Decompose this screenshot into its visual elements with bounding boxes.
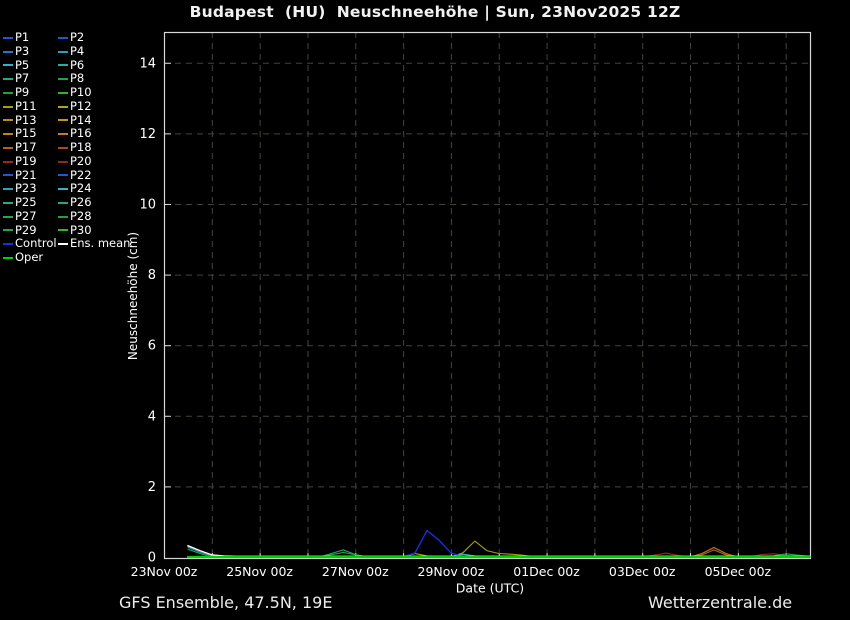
svg-text:03Dec 00z: 03Dec 00z	[609, 564, 676, 579]
svg-text:23Nov 00z: 23Nov 00z	[131, 564, 198, 579]
svg-text:29Nov 00z: 29Nov 00z	[418, 564, 485, 579]
svg-text:0: 0	[148, 551, 156, 566]
svg-text:01Dec 00z: 01Dec 00z	[513, 564, 580, 579]
page: Budapest (HU) Neuschneehöhe | Sun, 23Nov…	[0, 0, 850, 620]
svg-text:05Dec 00z: 05Dec 00z	[705, 564, 772, 579]
y-axis-title: Neuschneehöhe (cm)	[126, 232, 140, 360]
footer-site-credit: Wetterzentrale.de	[648, 593, 792, 612]
svg-text:27Nov 00z: 27Nov 00z	[322, 564, 389, 579]
svg-text:8: 8	[148, 268, 156, 283]
svg-text:4: 4	[148, 409, 156, 424]
svg-text:2: 2	[148, 480, 156, 495]
svg-text:25Nov 00z: 25Nov 00z	[226, 564, 293, 579]
tick-marks	[165, 63, 786, 558]
x-tick-labels: 23Nov 00z 25Nov 00z 27Nov 00z 29Nov 00z 01De…	[131, 564, 772, 579]
svg-text:6: 6	[148, 339, 156, 354]
y-tick-labels: 0 2 4 6 8 10 12 14	[139, 56, 156, 565]
footer-model-info: GFS Ensemble, 47.5N, 19E	[119, 593, 332, 612]
gridlines	[164, 32, 811, 558]
axis-frame	[165, 33, 811, 559]
svg-text:10: 10	[139, 197, 156, 212]
svg-text:12: 12	[139, 127, 156, 142]
x-axis-title: Date (UTC)	[456, 581, 524, 596]
svg-text:14: 14	[139, 56, 156, 71]
